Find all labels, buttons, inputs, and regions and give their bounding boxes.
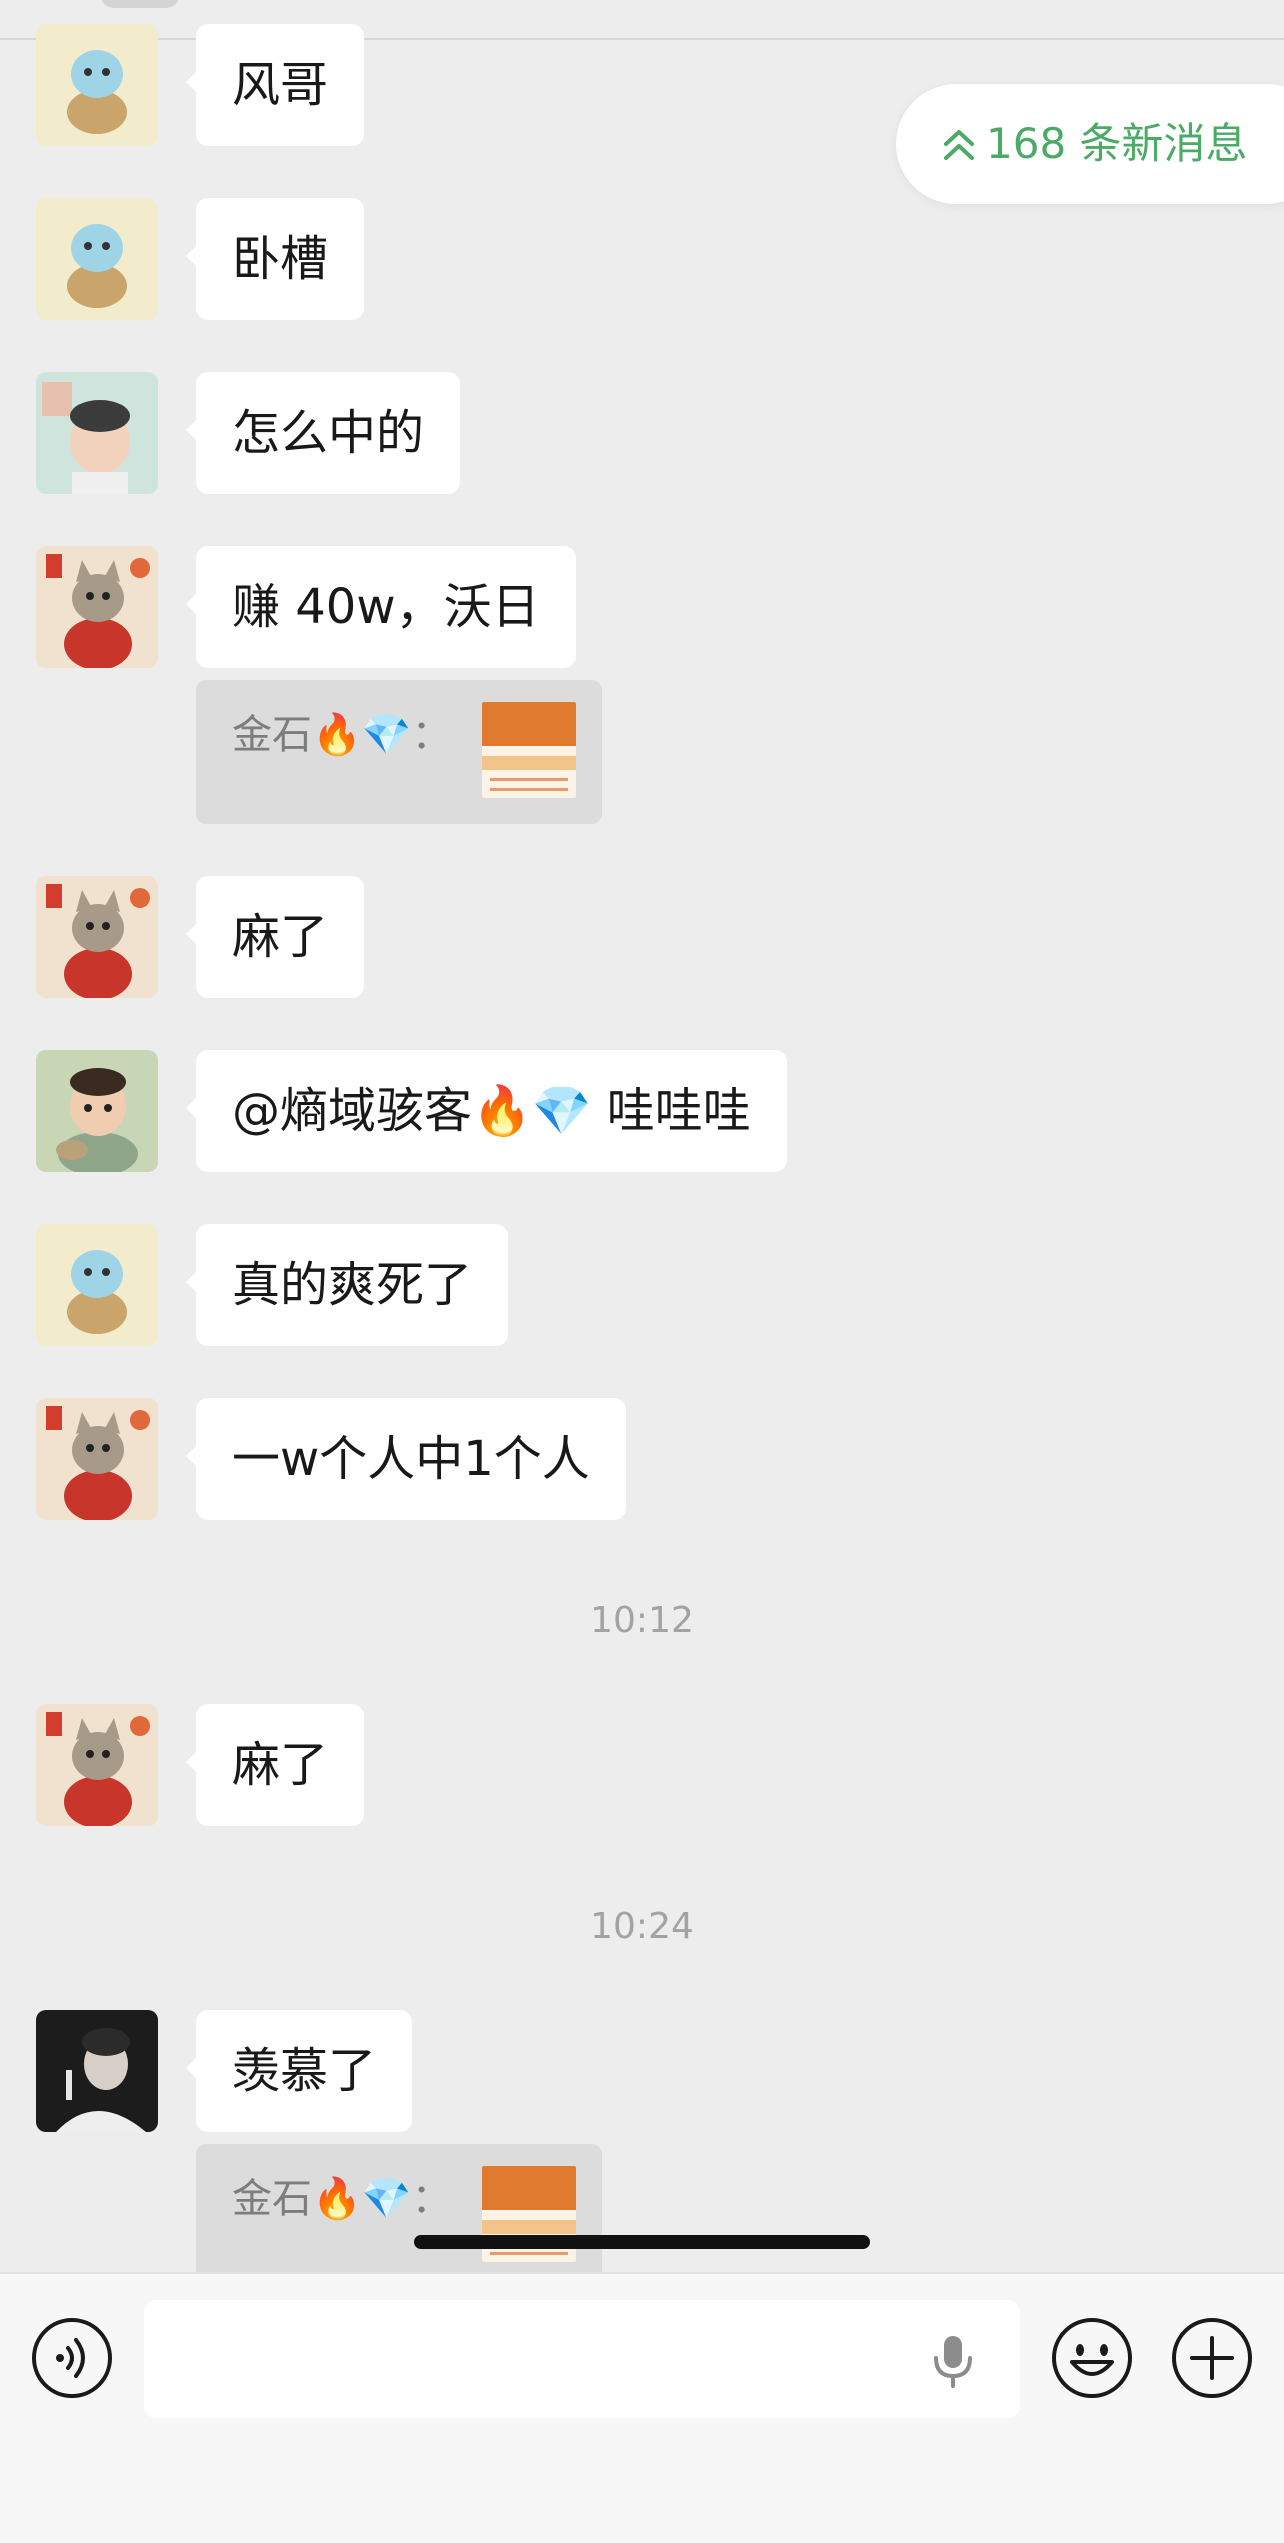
message-bubble[interactable]: 一w个人中1个人 (186, 1398, 626, 1520)
timestamp: 10:24 (590, 1906, 694, 1947)
message-bubble[interactable]: 麻了 (185, 1704, 365, 1826)
cat-red-sweater-avatar[interactable] (36, 1398, 158, 1520)
plus-icon[interactable] (1170, 2316, 1254, 2400)
microphone-icon[interactable] (930, 2334, 976, 2390)
quoted-message[interactable]: 金石🔥💎： (196, 2144, 602, 2288)
message-input[interactable] (144, 2300, 1020, 2418)
message-bubble[interactable]: 怎么中的 (185, 372, 461, 494)
quote-text: 金石🔥💎： (232, 712, 452, 758)
message-bubble[interactable]: 风哥 (185, 24, 365, 146)
message-bubble[interactable]: 卧槽 (185, 198, 365, 320)
cat-red-sweater-avatar[interactable] (36, 876, 158, 998)
baby-avatar[interactable] (36, 372, 158, 494)
new-messages-button[interactable]: 168 条新消息 (896, 84, 1284, 204)
cartoon-kid-avatar[interactable] (36, 1050, 158, 1172)
message-bubble[interactable]: 麻了 (185, 876, 365, 998)
message-bubble[interactable]: 羡慕了 (185, 2010, 413, 2132)
message-bubble[interactable]: 真的爽死了 (185, 1224, 509, 1346)
message-bubble[interactable]: @熵域骇客🔥💎 哇哇哇 (186, 1050, 787, 1172)
timestamp: 10:12 (590, 1600, 694, 1641)
squirtle-avatar[interactable] (36, 198, 158, 320)
nav-back-button[interactable] (100, 0, 180, 8)
message-bubble[interactable]: 赚 40w，沃日 (186, 546, 576, 668)
voice-icon[interactable] (30, 2316, 114, 2400)
new-messages-label: 168 条新消息 (986, 119, 1248, 168)
chat-input-bar (0, 2272, 1284, 2543)
home-indicator[interactable] (414, 2235, 870, 2249)
chevron-up-double-icon (944, 130, 974, 160)
cat-red-sweater-avatar[interactable] (36, 546, 158, 668)
squirtle-avatar[interactable] (36, 1224, 158, 1346)
squirtle-avatar[interactable] (36, 24, 158, 146)
emoji-icon[interactable] (1050, 2316, 1134, 2400)
quoted-message[interactable]: 金石🔥💎： (196, 680, 602, 824)
top-nav-bar (0, 0, 1284, 40)
quote-text: 金石🔥💎： (232, 2176, 452, 2222)
image-thumbnail[interactable] (482, 702, 576, 798)
cat-red-sweater-avatar[interactable] (36, 1704, 158, 1826)
dark-portrait-avatar[interactable] (36, 2010, 158, 2132)
